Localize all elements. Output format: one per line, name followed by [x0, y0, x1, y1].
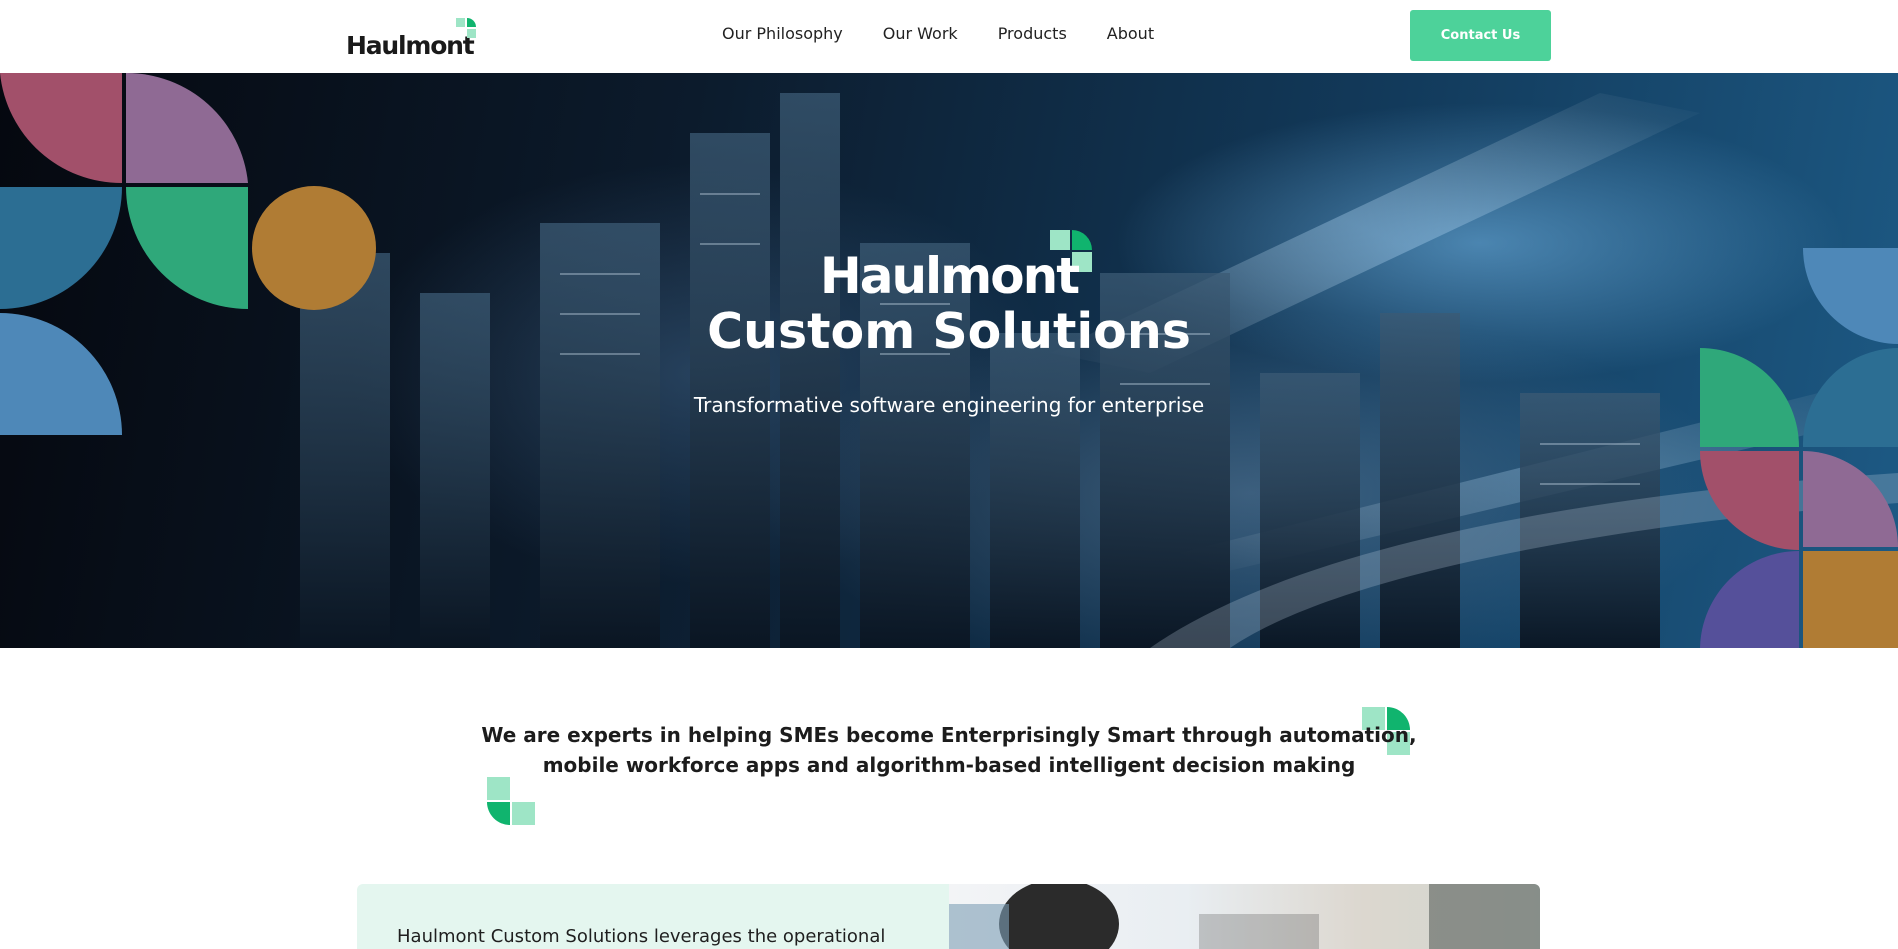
- hero-subtitle: Transformative software engineering for …: [693, 393, 1205, 417]
- site-header: Haulmont Our Philosophy Our Work Product…: [0, 0, 1898, 73]
- feature-text-panel: Haulmont Custom Solutions leverages the …: [357, 884, 949, 949]
- main-nav: Our Philosophy Our Work Products About: [722, 23, 1194, 45]
- feature-photo-illustration: [949, 884, 1540, 949]
- feature-text: Haulmont Custom Solutions leverages the …: [397, 926, 886, 947]
- logo-text: Haulmont: [346, 31, 475, 60]
- contact-us-button[interactable]: Contact Us: [1410, 10, 1551, 61]
- intro-statement: We are experts in helping SMEs become En…: [0, 720, 1898, 780]
- hero-title-brand: Haulmont: [819, 247, 1080, 305]
- logo-mark-icon: [456, 18, 476, 38]
- nav-item-our-philosophy[interactable]: Our Philosophy: [722, 23, 843, 45]
- logo[interactable]: Haulmont: [346, 18, 476, 60]
- intro-line-1: We are experts in helping SMEs become En…: [481, 723, 1417, 747]
- hero-title-product: Custom Solutions: [707, 303, 1191, 360]
- feature-photo: [949, 884, 1540, 949]
- nav-item-products[interactable]: Products: [998, 23, 1067, 45]
- intro-line-2: mobile workforce apps and algorithm-base…: [542, 753, 1356, 777]
- brand-mark-icon-left: [487, 777, 535, 825]
- feature-card: Haulmont Custom Solutions leverages the …: [357, 884, 1540, 949]
- nav-item-our-work[interactable]: Our Work: [883, 23, 958, 45]
- hero-banner: Haulmont Custom Solutions Transformative…: [0, 73, 1898, 648]
- nav-item-about[interactable]: About: [1107, 23, 1154, 45]
